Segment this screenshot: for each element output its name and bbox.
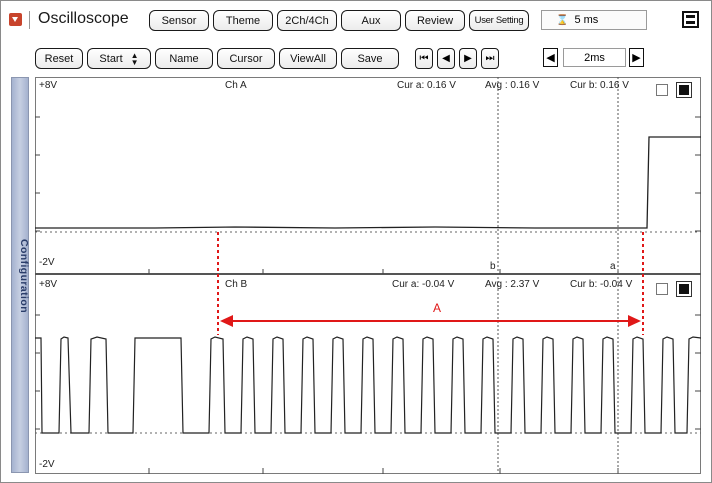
- top-toolbar: Oscilloscope Sensor Theme 2Ch/4Ch Aux Re…: [1, 1, 711, 37]
- channel-a-avg: Avg : 0.16 V: [485, 80, 540, 91]
- scope-graph: [35, 77, 701, 474]
- channel-a-cur-a: Cur a: 0.16 V: [397, 80, 456, 91]
- theme-button[interactable]: Theme: [213, 10, 273, 31]
- reset-button[interactable]: Reset: [35, 48, 83, 69]
- configuration-tab[interactable]: Configuration: [11, 77, 30, 473]
- prev-frame-button[interactable]: ◀: [437, 48, 455, 69]
- channel-b-panel: [35, 274, 701, 474]
- review-button[interactable]: Review: [405, 10, 465, 31]
- app-title: Oscilloscope: [38, 10, 129, 27]
- channel-b-checkbox[interactable]: [656, 283, 668, 295]
- channel-a-bottom-scale: -2V: [39, 257, 55, 268]
- first-frame-icon: ⏮: [419, 53, 429, 64]
- layout-toggle-icon[interactable]: [682, 11, 699, 28]
- channels-button[interactable]: 2Ch/4Ch: [277, 10, 337, 31]
- prev-frame-icon: ◀: [442, 53, 450, 64]
- channel-b-stop-button[interactable]: [676, 281, 692, 297]
- channel-a-name: Ch A: [225, 80, 247, 91]
- name-button[interactable]: Name: [155, 48, 213, 69]
- stepper-icon: ▲ ▼: [130, 50, 139, 67]
- clock-icon: ⌛: [556, 14, 569, 26]
- channel-b-cur-a: Cur a: -0.04 V: [392, 279, 455, 290]
- configuration-label: Configuration: [18, 238, 30, 314]
- cursor-b-label: b: [490, 261, 496, 272]
- last-frame-icon: ⏭: [485, 53, 495, 64]
- channel-b-top-scale: +8V: [39, 279, 58, 290]
- cursor-a-label: a: [610, 261, 616, 272]
- first-frame-button[interactable]: ⏮: [415, 48, 433, 69]
- cursor-button[interactable]: Cursor: [217, 48, 275, 69]
- channel-b-cur-b: Cur b: -0.04 V: [570, 279, 633, 290]
- viewall-button[interactable]: ViewAll: [279, 48, 337, 69]
- last-frame-button[interactable]: ⏭: [481, 48, 499, 69]
- save-button[interactable]: Save: [341, 48, 399, 69]
- annotation-label: A: [433, 301, 442, 315]
- channel-a-stop-button[interactable]: [676, 82, 692, 98]
- next-frame-icon: ▶: [464, 53, 472, 64]
- timebase-decrease-button[interactable]: ◀: [543, 48, 558, 67]
- start-button[interactable]: Start ▲ ▼: [87, 48, 151, 69]
- channel-a-panel: [35, 77, 701, 274]
- start-button-label: Start: [99, 52, 123, 65]
- oscilloscope-window: Oscilloscope Sensor Theme 2Ch/4Ch Aux Re…: [0, 0, 712, 483]
- arrow-right-icon: ▶: [632, 52, 641, 64]
- next-frame-button[interactable]: ▶: [459, 48, 477, 69]
- arrow-left-icon: ◀: [546, 52, 555, 64]
- timebase-display: ⌛ 5 ms: [541, 10, 647, 30]
- channel-a-checkbox[interactable]: [656, 84, 668, 96]
- user-setting-button[interactable]: User Setting: [469, 10, 529, 31]
- channel-b-avg: Avg : 2.37 V: [485, 279, 540, 290]
- aux-button[interactable]: Aux: [341, 10, 401, 31]
- timebase-field[interactable]: 2ms: [563, 48, 626, 67]
- sensor-button[interactable]: Sensor: [149, 10, 209, 31]
- menu-dropdown-icon[interactable]: [9, 13, 22, 26]
- channel-b-bottom-scale: -2V: [39, 459, 55, 470]
- channel-a-top-scale: +8V: [39, 80, 58, 91]
- timebase-display-value: 5 ms: [574, 14, 599, 26]
- scope-display: +8V Ch A Cur a: 0.16 V Avg : 0.16 V Cur …: [35, 77, 701, 474]
- channel-b-name: Ch B: [225, 279, 248, 290]
- toolbar-separator: [29, 11, 30, 29]
- channel-a-cur-b: Cur b: 0.16 V: [570, 80, 629, 91]
- timebase-increase-button[interactable]: ▶: [629, 48, 644, 67]
